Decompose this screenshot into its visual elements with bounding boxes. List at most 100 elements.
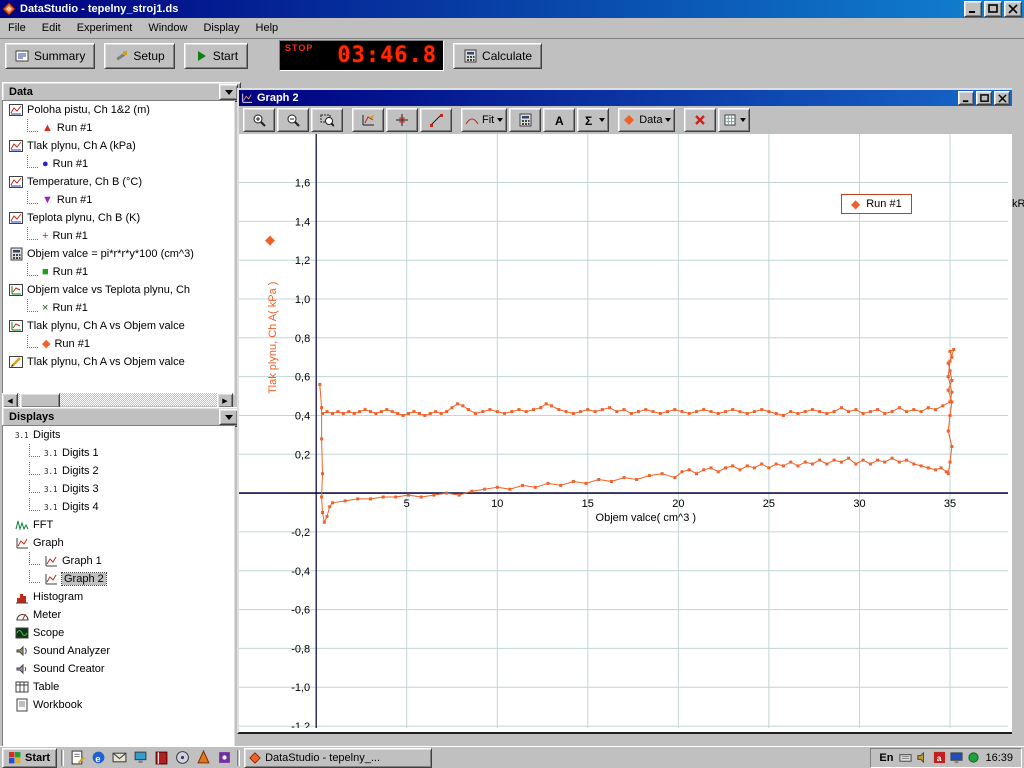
zoom-select-button[interactable] bbox=[311, 108, 343, 132]
run-item[interactable]: ▲Run #1 bbox=[3, 119, 234, 137]
data-source-item[interactable]: Teplota plynu, Ch B (K) bbox=[3, 209, 234, 227]
scale-to-fit-button[interactable] bbox=[352, 108, 384, 132]
display-item-meter[interactable]: Meter bbox=[3, 606, 234, 624]
display-item-scope[interactable]: Scope bbox=[3, 624, 234, 642]
window-titlebar[interactable]: DataStudio - tepelny_stroj1.ds bbox=[0, 0, 1024, 18]
x-marker-icon: × bbox=[42, 303, 48, 314]
tray-icon-3[interactable]: a bbox=[932, 751, 946, 765]
display-item-workbook[interactable]: Workbook bbox=[3, 696, 234, 714]
graph-minimize-button[interactable] bbox=[958, 91, 974, 105]
language-indicator[interactable]: En bbox=[879, 752, 893, 764]
quicklaunch-icon-6[interactable] bbox=[173, 749, 191, 767]
sensor-icon bbox=[9, 139, 23, 153]
display-subitem-digits-4[interactable]: 3.14Digits 4 bbox=[3, 498, 234, 516]
calculate-button[interactable]: Calculate bbox=[453, 43, 542, 69]
quicklaunch-icon-4[interactable] bbox=[131, 749, 149, 767]
display-subitem-digits-2[interactable]: 3.14Digits 2 bbox=[3, 462, 234, 480]
legend[interactable]: ◆ Run #1 bbox=[841, 194, 912, 214]
chart[interactable]: -1,2-1,0-0,8-0,6-0,4-0,20,20,40,60,81,01… bbox=[239, 134, 1008, 728]
run-item[interactable]: ◆Run #1 bbox=[3, 335, 234, 353]
menu-window[interactable]: Window bbox=[148, 22, 187, 34]
graph-close-button[interactable] bbox=[994, 91, 1010, 105]
display-item-graph[interactable]: Graph bbox=[3, 534, 234, 552]
run-item[interactable]: ▼Run #1 bbox=[3, 191, 234, 209]
quicklaunch-icon-2[interactable]: e bbox=[89, 749, 107, 767]
smart-tool-button[interactable] bbox=[386, 108, 418, 132]
taskbar-divider bbox=[61, 750, 64, 766]
scroll-left-button[interactable]: ◀ bbox=[2, 393, 18, 408]
menu-experiment[interactable]: Experiment bbox=[77, 22, 133, 34]
fit-menu-button[interactable]: Fit bbox=[461, 108, 507, 132]
run-item[interactable]: ×Run #1 bbox=[3, 299, 234, 317]
calculator-button[interactable] bbox=[509, 108, 541, 132]
data-source-item[interactable]: Tlak plynu, Ch A vs Objem valce bbox=[3, 317, 234, 335]
text-tool-button[interactable]: A bbox=[543, 108, 575, 132]
scroll-thumb[interactable] bbox=[20, 393, 60, 408]
slope-icon bbox=[429, 113, 443, 127]
graph-window-titlebar[interactable]: Graph 2 bbox=[239, 90, 1012, 106]
data-menu-button[interactable]: Data bbox=[618, 108, 675, 132]
minimize-button[interactable] bbox=[964, 1, 982, 17]
slope-tool-button[interactable] bbox=[420, 108, 452, 132]
data-source-item[interactable]: Objem valce vs Teplota plynu, Ch bbox=[3, 281, 234, 299]
data-source-item[interactable]: Poloha pistu, Ch 1&2 (m) bbox=[3, 101, 234, 119]
menu-display[interactable]: Display bbox=[203, 22, 239, 34]
quicklaunch-icon-7[interactable] bbox=[194, 749, 212, 767]
display-item-label: FFT bbox=[33, 519, 53, 531]
close-button[interactable] bbox=[1004, 1, 1022, 17]
statistics-button[interactable]: Σ bbox=[577, 108, 609, 132]
display-item-fft[interactable]: FFT bbox=[3, 516, 234, 534]
summary-button[interactable]: Summary bbox=[5, 43, 95, 69]
display-item-table[interactable]: Table bbox=[3, 678, 234, 696]
graph-maximize-button[interactable] bbox=[976, 91, 992, 105]
plot-area[interactable]: -1,2-1,0-0,8-0,6-0,4-0,20,20,40,60,81,01… bbox=[239, 134, 1012, 732]
run-item[interactable]: ●Run #1 bbox=[3, 155, 234, 173]
quick-launch-bar: e bbox=[68, 749, 233, 767]
displays-panel-menu-button[interactable] bbox=[219, 409, 238, 425]
taskbar-divider bbox=[237, 750, 240, 766]
setup-button[interactable]: Setup bbox=[104, 43, 174, 69]
start-menu-button[interactable]: Start bbox=[2, 748, 57, 768]
quicklaunch-icon-1[interactable] bbox=[68, 749, 86, 767]
run-item[interactable]: ■Run #1 bbox=[3, 263, 234, 281]
graph-settings-button[interactable] bbox=[718, 108, 750, 132]
tray-icon-1[interactable] bbox=[898, 751, 912, 765]
tray-clock[interactable]: 16:39 bbox=[985, 752, 1013, 764]
scope-icon bbox=[15, 626, 29, 640]
scroll-right-button[interactable]: ▶ bbox=[217, 393, 233, 408]
fragment-text: kR bbox=[1012, 198, 1024, 210]
data-panel-menu-button[interactable] bbox=[219, 84, 238, 100]
y-axis-series-marker[interactable]: ◆ bbox=[265, 232, 275, 248]
quicklaunch-icon-3[interactable] bbox=[110, 749, 128, 767]
start-button[interactable]: Start bbox=[184, 43, 248, 69]
menu-help[interactable]: Help bbox=[256, 22, 279, 34]
display-subitem-digits-1[interactable]: 3.14Digits 1 bbox=[3, 444, 234, 462]
display-subitem-graph-1[interactable]: Graph 1 bbox=[3, 552, 234, 570]
delete-button[interactable] bbox=[684, 108, 716, 132]
scroll-track[interactable] bbox=[18, 393, 217, 406]
data-tree: Poloha pistu, Ch 1&2 (m)▲Run #1Tlak plyn… bbox=[2, 100, 235, 395]
display-subitem-graph-2[interactable]: Graph 2 bbox=[3, 570, 234, 588]
quicklaunch-icon-8[interactable] bbox=[215, 749, 233, 767]
menu-file[interactable]: File bbox=[8, 22, 26, 34]
display-subitem-digits-3[interactable]: 3.14Digits 3 bbox=[3, 480, 234, 498]
quicklaunch-icon-5[interactable] bbox=[152, 749, 170, 767]
data-source-item[interactable]: Tlak plynu, Ch A (kPa) bbox=[3, 137, 234, 155]
display-item-sound-creator[interactable]: Sound Creator bbox=[3, 660, 234, 678]
display-item-digits[interactable]: 3.14Digits bbox=[3, 426, 234, 444]
zoom-out-button[interactable] bbox=[277, 108, 309, 132]
tray-icon-4[interactable] bbox=[949, 751, 963, 765]
display-item-histogram[interactable]: Histogram bbox=[3, 588, 234, 606]
run-item[interactable]: +Run #1 bbox=[3, 227, 234, 245]
maximize-button[interactable] bbox=[984, 1, 1002, 17]
data-panel-hscrollbar[interactable]: ◀ ▶ bbox=[2, 393, 233, 406]
data-source-item[interactable]: Tlak plynu, Ch A vs Objem valce bbox=[3, 353, 234, 371]
tray-icon-2[interactable] bbox=[915, 751, 929, 765]
menu-edit[interactable]: Edit bbox=[42, 22, 61, 34]
display-item-sound-analyzer[interactable]: Sound Analyzer bbox=[3, 642, 234, 660]
task-button-datastudio[interactable]: DataStudio - tepelny_... bbox=[244, 748, 432, 768]
data-source-item[interactable]: Objem valce = pi*r*r*y*100 (cm^3) bbox=[3, 245, 234, 263]
data-source-item[interactable]: Temperature, Ch B (°C) bbox=[3, 173, 234, 191]
zoom-in-button[interactable] bbox=[243, 108, 275, 132]
tray-icon-5[interactable] bbox=[966, 751, 980, 765]
